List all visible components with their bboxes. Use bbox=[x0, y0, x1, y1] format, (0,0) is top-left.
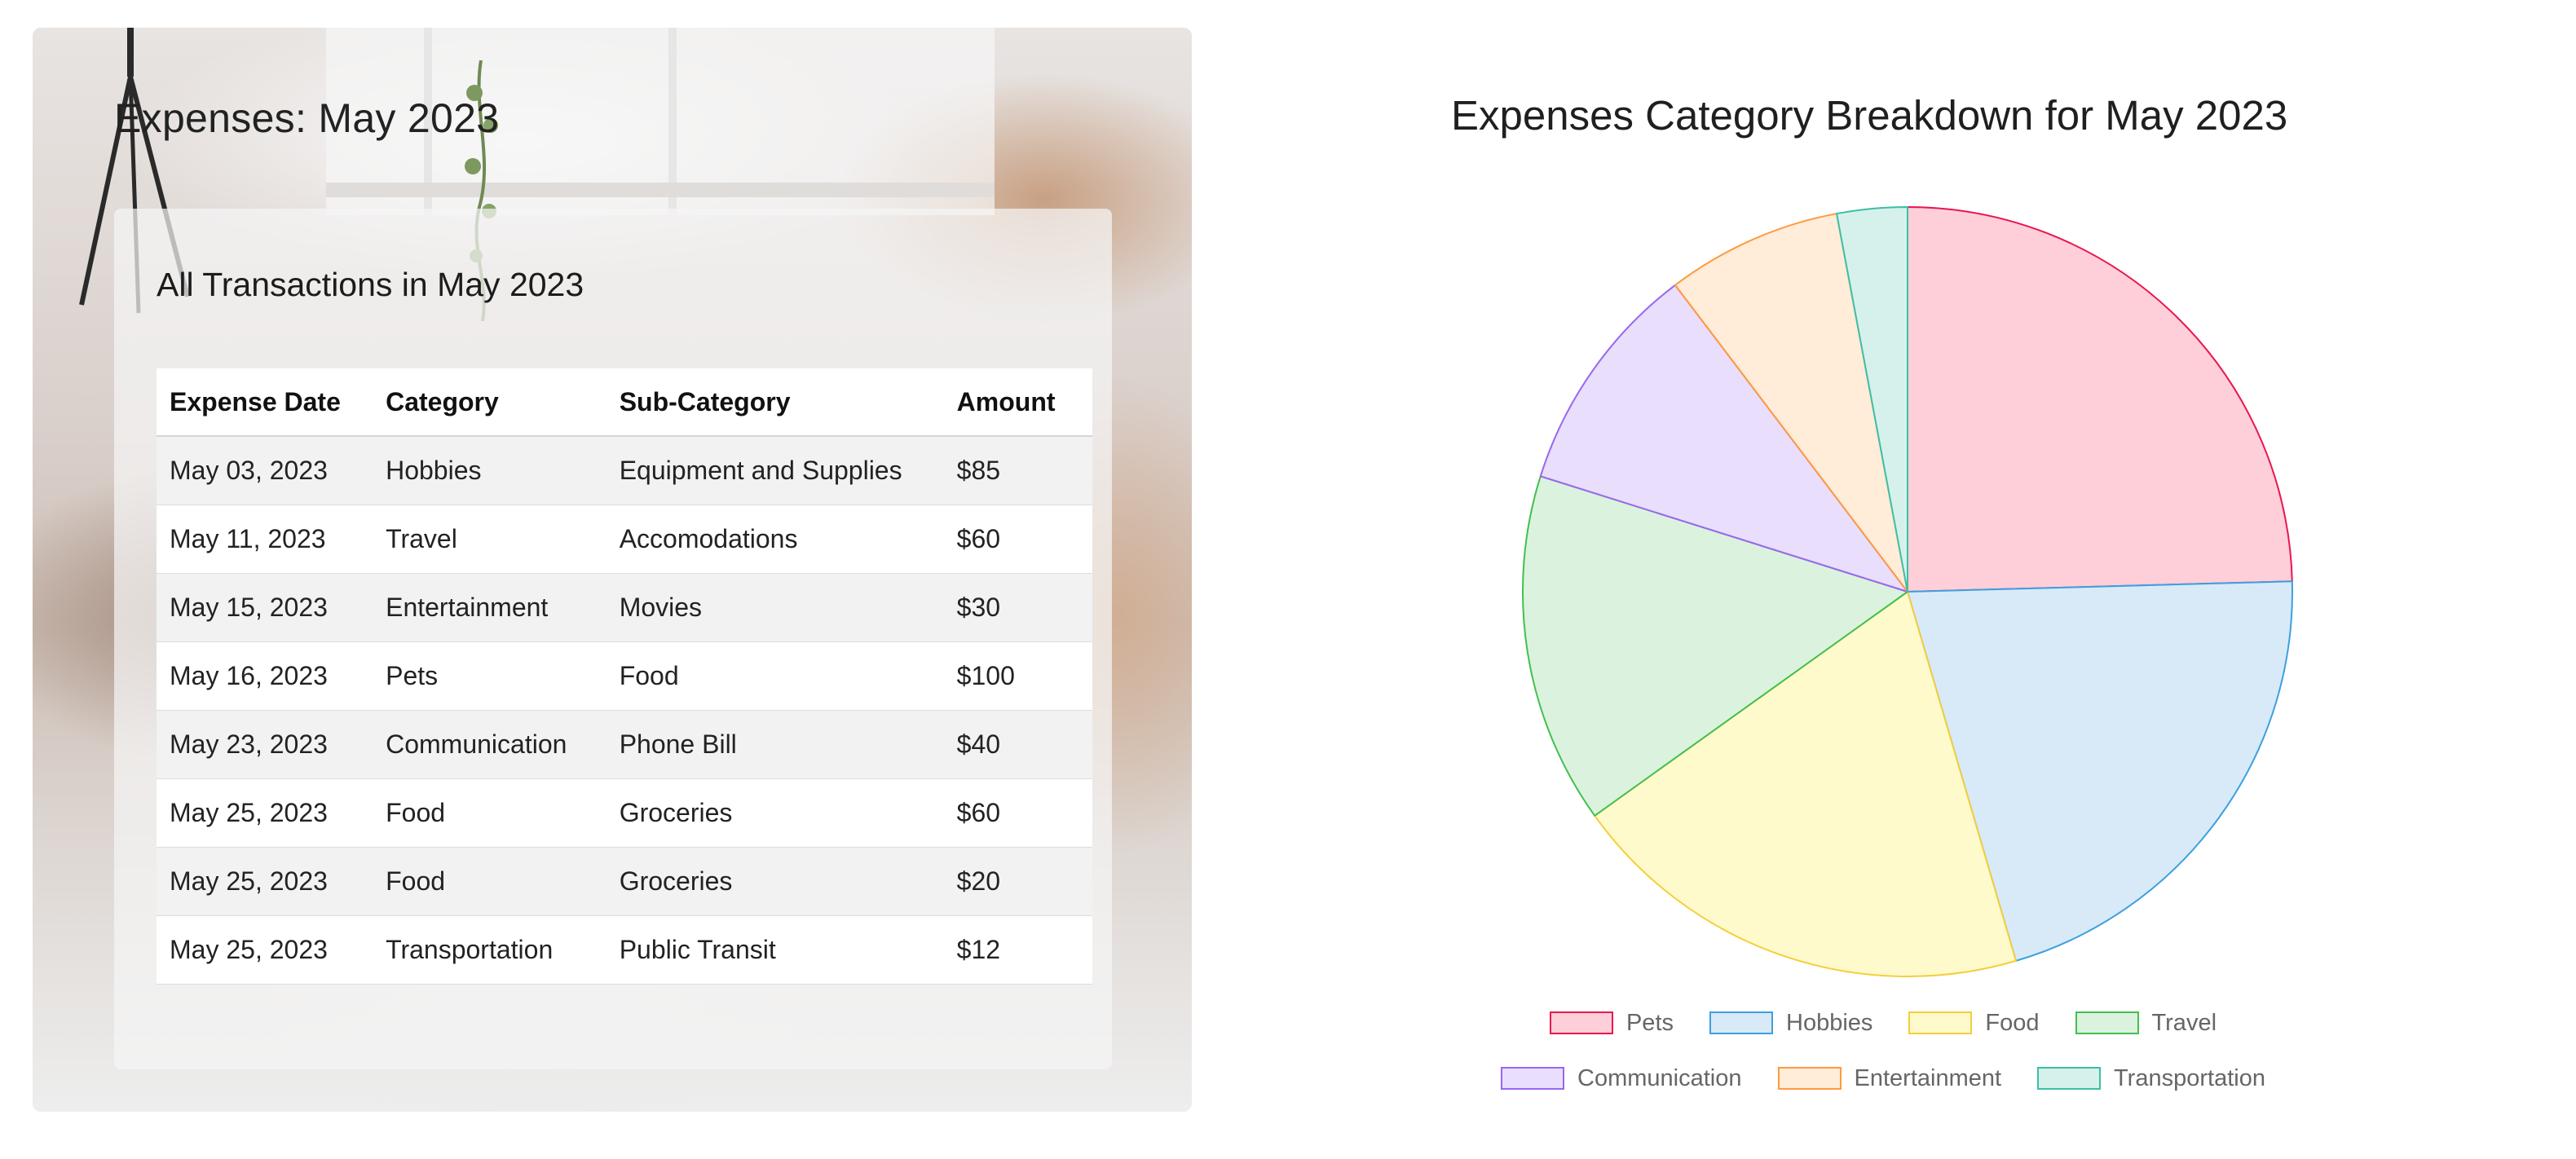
cell-expense-date: May 25, 2023 bbox=[157, 847, 373, 916]
legend-item-transportation[interactable]: Transportation bbox=[2037, 1065, 2265, 1092]
cell-expense-date: May 16, 2023 bbox=[157, 641, 373, 711]
cell-category: Pets bbox=[373, 641, 607, 711]
legend-item-communication[interactable]: Communication bbox=[1501, 1064, 1742, 1092]
cell-sub-category: Phone Bill bbox=[606, 710, 944, 779]
transactions-table: Expense Date Category Sub-Category Amoun… bbox=[157, 368, 1092, 985]
table-row: May 15, 2023 Entertainment Movies $30 bbox=[157, 573, 1092, 642]
table-row: May 25, 2023 Food Groceries $20 bbox=[157, 847, 1092, 916]
cell-amount: $60 bbox=[943, 505, 1092, 574]
legend-label: Pets bbox=[1625, 1009, 1674, 1036]
cell-expense-date: May 23, 2023 bbox=[157, 710, 373, 779]
table-row: May 11, 2023 Travel Accomodations $60 bbox=[157, 505, 1092, 574]
cell-sub-category: Public Transit bbox=[606, 915, 944, 985]
chart-legend: Pets Hobbies Food Travel Communication Entert… bbox=[1435, 999, 2331, 1110]
legend-row: Communication Entertainment Transportation bbox=[1435, 1055, 2331, 1102]
cell-expense-date: May 11, 2023 bbox=[157, 505, 373, 574]
cell-category: Food bbox=[373, 847, 607, 916]
cell-sub-category: Groceries bbox=[606, 778, 944, 848]
legend-row: Pets Hobbies Food Travel bbox=[1435, 999, 2331, 1047]
cell-sub-category: Groceries bbox=[606, 847, 944, 916]
pie-slice-pets[interactable] bbox=[1907, 206, 2293, 593]
transactions-panel-title: All Transactions in May 2023 bbox=[157, 266, 584, 303]
legend-label: Food bbox=[1985, 1009, 2040, 1036]
cell-sub-category: Equipment and Supplies bbox=[606, 436, 944, 505]
cell-amount: $12 bbox=[943, 915, 1092, 985]
legend-swatch bbox=[1777, 1067, 1842, 1090]
cell-sub-category: Movies bbox=[606, 573, 944, 642]
legend-label: Entertainment bbox=[1854, 1064, 2002, 1091]
expenses-card-title: Expenses: May 2023 bbox=[114, 95, 500, 141]
legend-label: Transportation bbox=[2114, 1064, 2265, 1091]
cell-category: Transportation bbox=[373, 915, 607, 985]
cell-amount: $40 bbox=[943, 710, 1092, 779]
legend-swatch bbox=[1908, 1011, 1973, 1034]
cell-sub-category: Accomodations bbox=[606, 505, 944, 574]
legend-swatch bbox=[2075, 1011, 2139, 1034]
cell-expense-date: May 25, 2023 bbox=[157, 915, 373, 985]
table-header-row: Expense Date Category Sub-Category Amoun… bbox=[157, 368, 1092, 437]
column-header-sub-category: Sub-Category bbox=[606, 368, 944, 437]
legend-item-travel[interactable]: Travel bbox=[2075, 1010, 2217, 1037]
expenses-card: Expenses: May 2023 All Transactions in M… bbox=[33, 28, 1192, 1112]
chart-title: Expenses Category Breakdown for May 2023 bbox=[1451, 92, 2288, 139]
cell-category: Communication bbox=[373, 710, 607, 779]
legend-swatch bbox=[1549, 1011, 1613, 1034]
pie-chart[interactable] bbox=[1508, 192, 2307, 991]
cell-amount: $85 bbox=[943, 436, 1092, 505]
legend-item-hobbies[interactable]: Hobbies bbox=[1709, 1010, 1872, 1037]
table-row: May 25, 2023 Food Groceries $60 bbox=[157, 778, 1092, 848]
table-row: May 25, 2023 Transportation Public Trans… bbox=[157, 915, 1092, 985]
column-header-amount: Amount bbox=[943, 368, 1092, 437]
legend-swatch bbox=[2037, 1067, 2102, 1090]
legend-swatch bbox=[1501, 1067, 1565, 1090]
legend-item-entertainment[interactable]: Entertainment bbox=[1777, 1064, 2002, 1092]
legend-swatch bbox=[1709, 1011, 1773, 1034]
transactions-panel: All Transactions in May 2023 Expense Dat… bbox=[114, 209, 1112, 1069]
cell-sub-category: Food bbox=[606, 641, 944, 711]
column-header-expense-date: Expense Date bbox=[157, 368, 373, 437]
column-header-category: Category bbox=[373, 368, 607, 437]
legend-label: Travel bbox=[2151, 1009, 2217, 1036]
cell-amount: $20 bbox=[943, 847, 1092, 916]
legend-label: Communication bbox=[1577, 1064, 1742, 1091]
cell-expense-date: May 15, 2023 bbox=[157, 573, 373, 642]
cell-amount: $30 bbox=[943, 573, 1092, 642]
table-row: May 03, 2023 Hobbies Equipment and Suppl… bbox=[157, 436, 1092, 505]
cell-expense-date: May 25, 2023 bbox=[157, 778, 373, 848]
table-row: May 23, 2023 Communication Phone Bill $4… bbox=[157, 710, 1092, 779]
legend-label: Hobbies bbox=[1786, 1009, 1873, 1036]
cell-amount: $60 bbox=[943, 778, 1092, 848]
cell-category: Hobbies bbox=[373, 436, 607, 505]
cell-category: Entertainment bbox=[373, 573, 607, 642]
cell-category: Travel bbox=[373, 505, 607, 574]
legend-item-pets[interactable]: Pets bbox=[1549, 1009, 1674, 1037]
legend-item-food[interactable]: Food bbox=[1908, 1009, 2040, 1037]
cell-category: Food bbox=[373, 778, 607, 848]
cell-amount: $100 bbox=[943, 641, 1092, 711]
table-row: May 16, 2023 Pets Food $100 bbox=[157, 641, 1092, 711]
cell-expense-date: May 03, 2023 bbox=[157, 436, 373, 505]
